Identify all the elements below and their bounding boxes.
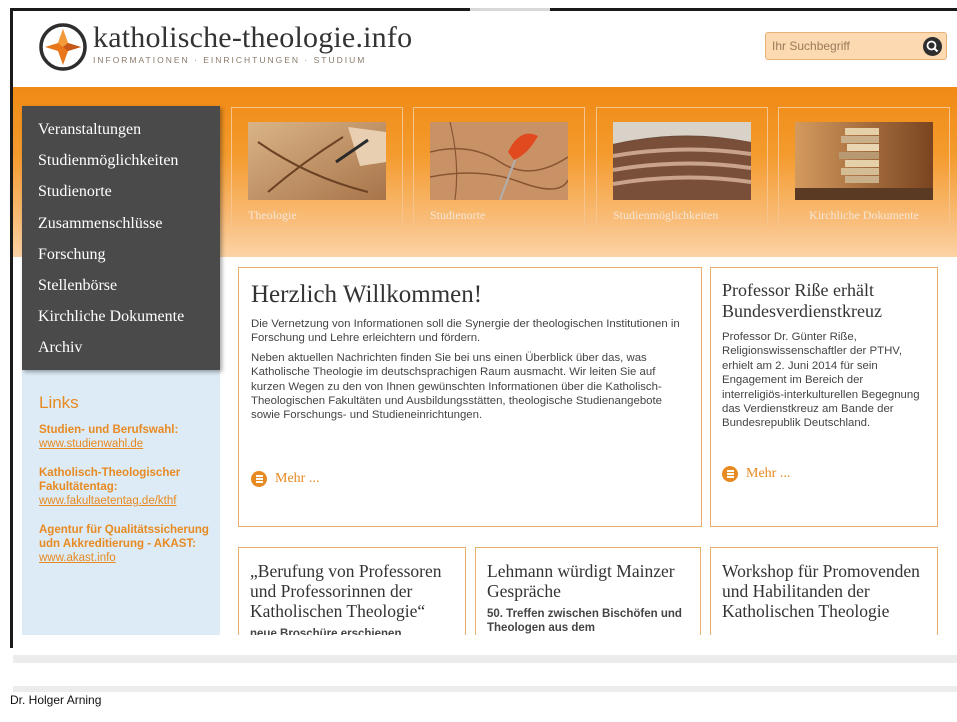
welcome-paragraph: Die Vernetzung von Informationen soll di… (251, 318, 680, 345)
more-label: Mehr ... (275, 471, 320, 486)
card-title: Workshop für Promovenden und Habilitande… (722, 561, 920, 621)
link-group: Agentur für Qualitätssicherung udn Akkre… (39, 523, 220, 565)
main-navigation: Veranstaltungen Studienmöglichkeiten Stu… (22, 106, 220, 370)
slide-divider (13, 655, 957, 663)
map-pin-image (430, 122, 568, 200)
nav-item-stellenboerse[interactable]: Stellenbörse (22, 274, 220, 305)
nav-item-forschung[interactable]: Forschung (22, 243, 220, 274)
link-name: Katholisch-Theologischer Fakultätentag: (39, 467, 181, 493)
news-title[interactable]: Professor Riße erhält Bundesverdienstkre… (722, 280, 926, 322)
news-card[interactable]: „Berufung von Professoren und Professori… (238, 547, 466, 635)
tile-label: Studienorte (430, 208, 486, 222)
link-group: Katholisch-Theologischer Fakultätentag: … (39, 466, 220, 508)
news-card[interactable]: Lehmann würdigt Mainzer Gespräche 50. Tr… (475, 547, 701, 635)
welcome-box: Herzlich Willkommen! Die Vernetzung von … (238, 267, 702, 527)
link-url[interactable]: www.studienwahl.de (39, 437, 220, 451)
welcome-paragraph: Neben aktuellen Nachrichten finden Sie b… (251, 351, 662, 422)
nav-item-kirchliche-dokumente[interactable]: Kirchliche Dokumente (22, 305, 220, 336)
card-title: „Berufung von Professoren und Professori… (250, 561, 442, 621)
news-text: Professor Dr. Günter Riße, Religionswiss… (722, 331, 920, 430)
website-screenshot: katholische-theologie.info INFORMATIONEN… (13, 11, 957, 635)
search-box (765, 32, 947, 60)
tile-label: Studienmöglichkeiten (613, 208, 719, 222)
site-header: katholische-theologie.info INFORMATIONEN… (13, 11, 957, 87)
card-subtitle: 50. Treffen zwischen Bischöfen und Theol… (487, 608, 682, 634)
news-box: Professor Riße erhält Bundesverdienstkre… (710, 267, 938, 527)
tile-label: Theologie (248, 208, 297, 222)
site-subtitle: INFORMATIONEN · EINRICHTUNGEN · STUDIUM (93, 55, 367, 65)
footer-author: Dr. Holger Arning (10, 693, 102, 707)
list-icon (251, 471, 267, 487)
nav-item-veranstaltungen[interactable]: Veranstaltungen (22, 118, 220, 149)
tile-kirchliche-dokumente[interactable]: Kirchliche Dokumente (778, 107, 950, 229)
link-url[interactable]: www.fakultaetentag.de/kthf (39, 494, 220, 508)
list-icon (722, 466, 738, 482)
link-name: Studien- und Berufswahl: (39, 424, 179, 436)
slide-divider (13, 686, 957, 692)
links-title: Links (39, 393, 79, 412)
tile-theologie[interactable]: Theologie (231, 107, 403, 229)
link-url[interactable]: www.akast.info (39, 551, 220, 565)
search-input[interactable] (772, 37, 922, 55)
search-icon (926, 40, 939, 53)
more-label: Mehr ... (746, 466, 791, 481)
nav-item-studienorte[interactable]: Studienorte (22, 180, 220, 211)
welcome-more-link[interactable]: Mehr ... (251, 471, 319, 487)
links-panel: Links Studien- und Berufswahl: www.studi… (22, 370, 220, 635)
card-subtitle: neue Broschüre erschienen (250, 628, 402, 635)
link-group: Studien- und Berufswahl: www.studienwahl… (39, 423, 220, 451)
logo-icon[interactable] (39, 23, 87, 71)
nav-item-archiv[interactable]: Archiv (22, 336, 220, 367)
tile-studienmoeglichkeiten[interactable]: Studienmöglichkeiten (596, 107, 768, 229)
book-stack-image (795, 122, 933, 200)
card-title: Lehmann würdigt Mainzer Gespräche (487, 561, 675, 601)
nav-item-studienmoeglichkeiten[interactable]: Studienmöglichkeiten (22, 149, 220, 180)
news-card[interactable]: Workshop für Promovenden und Habilitande… (710, 547, 938, 635)
search-button[interactable] (923, 37, 942, 56)
tile-studienorte[interactable]: Studienorte (413, 107, 585, 229)
link-name: Agentur für Qualitätssicherung udn Akkre… (39, 524, 209, 550)
writing-hand-image (248, 122, 386, 200)
nav-item-zusammenschluesse[interactable]: Zusammenschlüsse (22, 212, 220, 243)
welcome-title: Herzlich Willkommen! (251, 281, 483, 308)
lecture-hall-image (613, 122, 751, 200)
news-more-link[interactable]: Mehr ... (722, 466, 790, 482)
site-title[interactable]: katholische-theologie.info (93, 21, 412, 55)
tile-label: Kirchliche Dokumente (809, 208, 919, 222)
